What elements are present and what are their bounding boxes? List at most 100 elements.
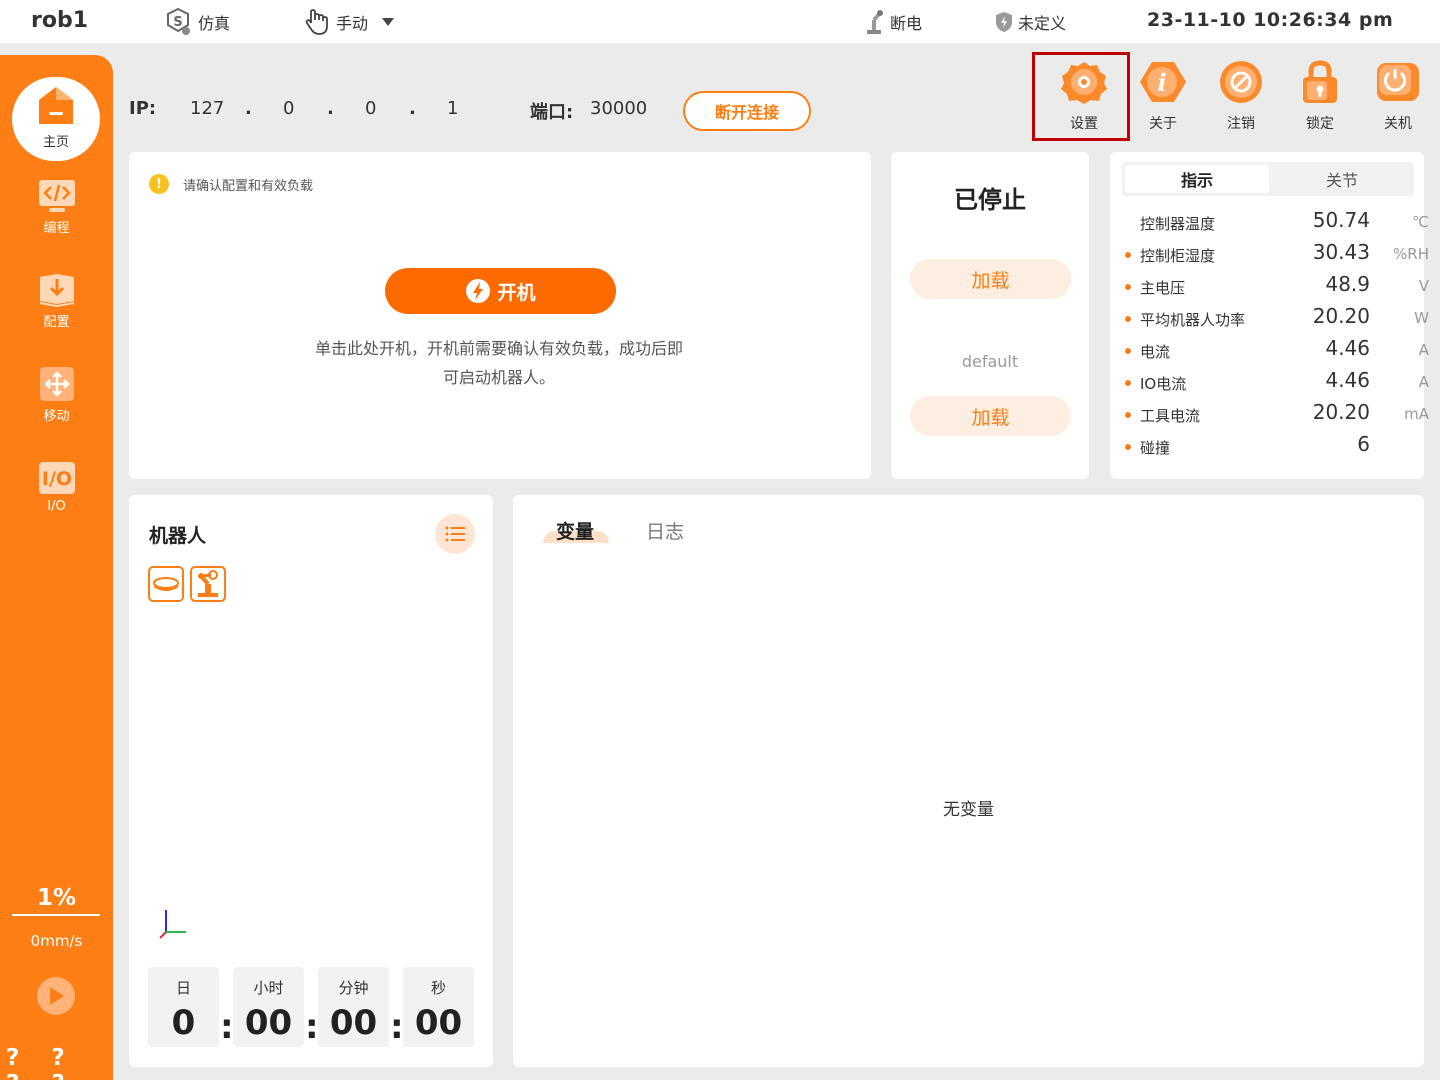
sidebar-item-config[interactable]: 配置 — [0, 273, 113, 330]
lightning-icon — [465, 278, 491, 304]
power-on-button[interactable]: 开机 — [385, 268, 616, 314]
indicator-tabs: 指示 关节 — [1122, 162, 1414, 196]
timer-separator: : — [220, 1007, 234, 1047]
bullet-icon — [1125, 284, 1131, 290]
svg-text:I/O: I/O — [41, 468, 71, 490]
speed-value: 0mm/s — [30, 932, 83, 950]
play-button[interactable] — [37, 977, 75, 1015]
logout-button[interactable]: 注销 — [1211, 60, 1271, 133]
timer-label: 小时 — [253, 979, 284, 997]
indicator-unit: A — [1418, 373, 1429, 391]
about-label: 关于 — [1149, 116, 1177, 132]
robot-view-button[interactable] — [190, 566, 226, 602]
menu-list-button[interactable] — [435, 514, 475, 554]
ip-octet-3[interactable]: 0 — [365, 98, 376, 119]
power-status: 断电 — [864, 0, 922, 43]
speed-percent[interactable]: 1% — [0, 885, 113, 911]
ip-label: IP: — [129, 98, 157, 119]
indicator-row: 平均机器人功率 20.20 W — [1125, 303, 1429, 335]
power-on-label: 开机 — [497, 281, 536, 304]
indicator-row: 控制器温度 50.74 ℃ — [1125, 207, 1429, 239]
lock-icon — [1295, 60, 1345, 104]
robot-status: 已停止 — [954, 186, 1026, 214]
mode-dropdown[interactable]: 手动 — [302, 0, 395, 43]
timer-value: 00 — [414, 1003, 463, 1043]
svg-text:i: i — [1157, 68, 1166, 97]
indicator-value: 4.46 — [1325, 368, 1370, 392]
sidebar-item-move[interactable]: 移动 — [0, 367, 113, 424]
tab-joints[interactable]: 关节 — [1270, 165, 1414, 193]
sidebar-item-io[interactable]: I/O I/O — [0, 461, 113, 514]
io-icon: I/O — [38, 461, 76, 495]
sidebar-item-program[interactable]: 编程 — [0, 179, 113, 236]
indicator-row: 主电压 48.9 V — [1125, 271, 1429, 303]
chevron-down-icon — [382, 17, 395, 26]
indicator-row: 工具电流 20.20 mA — [1125, 399, 1429, 431]
logout-cancel-icon — [1216, 60, 1266, 104]
warning-icon: ! — [149, 174, 169, 194]
sidebar-item-label: 编程 — [43, 221, 70, 236]
bullet-icon — [1125, 252, 1131, 258]
load-payload-button[interactable]: 加载 — [910, 396, 1071, 436]
tab-logs[interactable]: 日志 — [646, 517, 684, 544]
indicator-unit: W — [1414, 309, 1429, 327]
bullet-icon — [1125, 412, 1131, 418]
base-view-button[interactable] — [148, 566, 184, 602]
coordinate-axes-icon — [158, 908, 190, 940]
power-on-description: 单击此处开机，开机前需要确认有效负载，成功后即可启动机器人。 — [314, 339, 683, 387]
indicator-unit: mA — [1404, 405, 1429, 423]
indicator-row: 电流 4.46 A — [1125, 335, 1429, 367]
timer-hours: 小时 00 — [233, 967, 304, 1047]
bullet-icon — [1125, 444, 1131, 450]
robot-panel: 机器人 日 0 : 小时 00 : 分钟 00 : 秒 00 — [129, 495, 493, 1067]
about-button[interactable]: i 关于 — [1133, 60, 1193, 133]
startup-panel: ! 请确认配置和有效负载 开机 单击此处开机，开机前需要确认有效负载，成功后即可… — [129, 152, 871, 479]
robot-state-panel: 已停止 加载 default 加载 — [891, 152, 1089, 479]
sidebar-item-label: 配置 — [43, 315, 70, 330]
indicator-name: 控制器温度 — [1140, 215, 1216, 233]
indicator-name: 碰撞 — [1140, 439, 1171, 457]
ip-octet-4[interactable]: 1 — [447, 98, 458, 119]
indicator-unit: A — [1418, 341, 1429, 359]
timer-label: 分钟 — [338, 979, 369, 997]
ip-octet-2[interactable]: 0 — [283, 98, 294, 119]
sidebar-item-label: 主页 — [42, 135, 69, 150]
robot-name: rob1 — [31, 8, 89, 33]
ip-dot: . — [409, 98, 416, 119]
sim-toggle[interactable]: S 仿真 — [162, 0, 230, 43]
load-button[interactable]: 加载 — [910, 259, 1071, 299]
port-label: 端口: — [530, 102, 574, 123]
bullet-icon — [1125, 316, 1131, 322]
indicator-name: IO电流 — [1140, 375, 1187, 393]
settings-highlight-box — [1032, 52, 1130, 141]
timer-separator: : — [305, 1007, 319, 1047]
warning-text: 请确认配置和有效负载 — [183, 178, 314, 194]
sidebar-item-label: I/O — [47, 499, 66, 514]
indicator-name: 平均机器人功率 — [1140, 311, 1246, 329]
ip-dot: . — [245, 98, 252, 119]
indicator-row: 控制柜湿度 30.43 %RH — [1125, 239, 1429, 271]
power-status-label: 断电 — [890, 13, 923, 33]
tab-indicators[interactable]: 指示 — [1125, 165, 1269, 193]
sidebar-item-home[interactable]: 主页 — [12, 77, 100, 161]
ip-dot: . — [327, 98, 334, 119]
timer-label: 日 — [175, 979, 191, 997]
timer-separator: : — [390, 1007, 404, 1047]
indicator-value: 48.9 — [1325, 272, 1370, 296]
indicator-value: 20.20 — [1312, 400, 1370, 424]
indicator-value: 50.74 — [1312, 208, 1370, 232]
info-icon: i — [1138, 60, 1188, 104]
ip-octet-1[interactable]: 127 — [190, 98, 224, 119]
indicator-unit: %RH — [1393, 245, 1429, 263]
tab-variables[interactable]: 变量 — [556, 517, 594, 544]
indicator-row: 碰撞 6 — [1125, 431, 1417, 463]
shutdown-button[interactable]: 关机 — [1368, 60, 1428, 133]
indicator-value: 20.20 — [1312, 304, 1370, 328]
code-icon — [38, 179, 76, 213]
play-icon — [47, 986, 65, 1006]
sidebar: 主页 编程 配置 移动 I/O I/O 1% 0mm/s ? ? ? ? — [0, 55, 113, 1080]
port-input[interactable]: 30000 — [590, 98, 647, 119]
disconnect-button[interactable]: 断开连接 — [683, 91, 811, 131]
datetime: 23-11-10 10:26:34 pm — [1147, 9, 1394, 31]
lock-button[interactable]: 锁定 — [1290, 60, 1350, 133]
